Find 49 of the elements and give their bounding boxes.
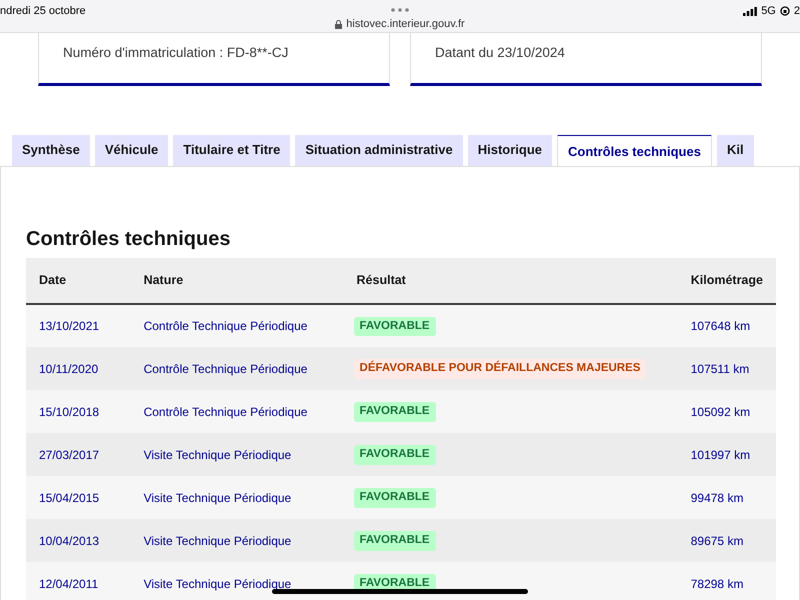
- tab[interactable]: Titulaire et Titre: [173, 135, 290, 166]
- tab[interactable]: Kil: [716, 135, 754, 166]
- table-cell: Visite Technique Périodique: [130, 519, 344, 562]
- table-cell: 107511 km: [678, 347, 776, 390]
- table-cell: 15/10/2018: [26, 390, 131, 433]
- lock-icon: [335, 20, 342, 29]
- more-icon: [391, 8, 409, 12]
- column-header: Date: [26, 258, 131, 304]
- battery-percent: 2: [794, 4, 800, 19]
- card-text: Datant du 23/10/2024: [435, 45, 565, 60]
- table-cell: 107648 km: [678, 304, 776, 347]
- table-cell: 101997 km: [678, 433, 776, 476]
- table-cell: 15/04/2015: [26, 476, 131, 519]
- table-cell: 13/10/2021: [26, 304, 131, 347]
- tab[interactable]: Historique: [468, 135, 552, 166]
- section-title: Contrôles techniques: [26, 227, 232, 252]
- table-cell: 89675 km: [678, 519, 776, 562]
- card-text: Numéro d'immatriculation : FD-8**-CJ: [63, 45, 288, 60]
- tab[interactable]: Contrôles techniques: [557, 135, 712, 166]
- status-badge: FAVORABLE: [354, 531, 436, 551]
- table-cell: 10/04/2013: [26, 519, 131, 562]
- table-cell: Visite Technique Périodique: [130, 562, 344, 600]
- column-header: Résultat: [344, 258, 678, 304]
- table-cell: Visite Technique Périodique: [130, 433, 344, 476]
- status-badge: DÉFAVORABLE POUR DÉFAILLANCES MAJEURES: [354, 359, 646, 379]
- status-badge: FAVORABLE: [354, 445, 436, 465]
- signal-icon: [743, 6, 758, 16]
- table-cell: 27/03/2017: [26, 433, 131, 476]
- status-badge: FAVORABLE: [354, 402, 436, 422]
- url-text[interactable]: histovec.interieur.gouv.fr: [346, 16, 465, 32]
- tab[interactable]: Situation administrative: [295, 135, 463, 166]
- status-badge: FAVORABLE: [354, 488, 436, 508]
- table-cell: Contrôle Technique Périodique: [130, 347, 344, 390]
- status-date: ndredi 25 octobre: [0, 4, 86, 19]
- status-badge: FAVORABLE: [354, 316, 436, 336]
- table-cell: 78298 km: [678, 562, 776, 600]
- table-cell: 99478 km: [678, 476, 776, 519]
- column-header: Nature: [130, 258, 344, 304]
- tab[interactable]: Véhicule: [94, 135, 168, 166]
- table-cell: 10/11/2020: [26, 347, 131, 390]
- table-cell: 12/04/2011: [26, 562, 131, 600]
- table-cell: Contrôle Technique Périodique: [130, 390, 344, 433]
- network-label: 5G: [761, 4, 776, 19]
- table-cell: Visite Technique Périodique: [130, 476, 344, 519]
- table-cell: 105092 km: [678, 390, 776, 433]
- tab[interactable]: Synthèse: [12, 135, 90, 166]
- rotation-lock-icon: [780, 6, 790, 16]
- table-cell: Contrôle Technique Périodique: [130, 304, 344, 347]
- column-header: Kilométrage: [678, 258, 776, 304]
